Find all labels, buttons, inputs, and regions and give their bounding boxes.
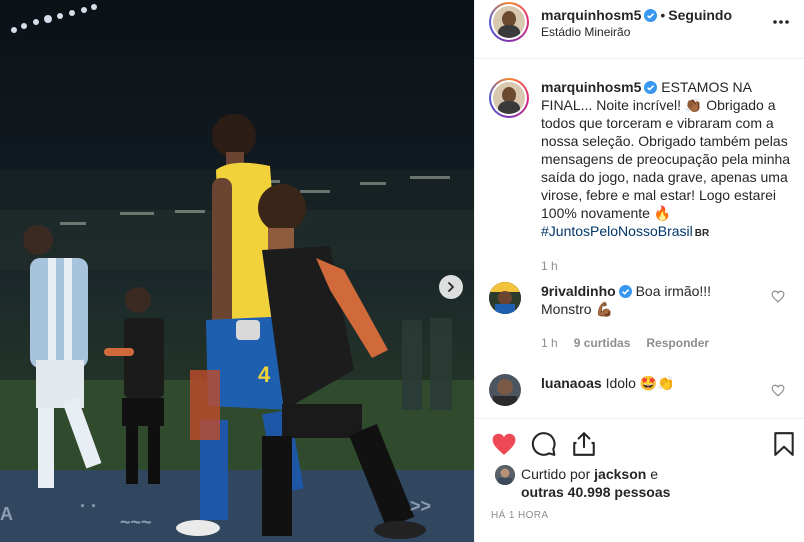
post-side-panel: marquinhosm5 • Seguindo Estádio Mineirão m… — [474, 0, 804, 542]
language-badge: BR — [694, 228, 710, 239]
caption-username[interactable]: marquinhosm5 — [541, 79, 641, 95]
comment-meta: 1 h 9 curtidas Responder — [541, 336, 709, 350]
caption-age[interactable]: 1 h — [541, 259, 558, 273]
comment-like-icon[interactable] — [771, 384, 785, 397]
likes-others[interactable]: outras 40.998 pessoas — [521, 484, 670, 500]
svg-text:A: A — [0, 504, 13, 524]
likes-prefix: Curtido por — [521, 466, 591, 482]
reply-button[interactable]: Responder — [646, 336, 709, 350]
verified-badge-icon — [644, 81, 658, 94]
share-icon[interactable] — [571, 431, 597, 457]
caption-body: ESTAMOS NA FINAL... Noite incrível! 👏🏾 O… — [541, 79, 791, 221]
caption-avatar[interactable] — [489, 78, 529, 118]
header-title-row: marquinhosm5 • Seguindo — [541, 7, 732, 23]
header-separator: • — [660, 7, 666, 23]
heart-filled-icon[interactable] — [491, 431, 517, 457]
location-link[interactable]: Estádio Mineirão — [541, 25, 630, 39]
caption-hashtag[interactable]: #JuntosPeloNossoBrasil — [541, 223, 693, 239]
comment-bubble-icon[interactable] — [531, 431, 557, 457]
likes-summary: Curtido por jackson e outras 40.998 pess… — [491, 465, 791, 501]
comment-text-block: 9rivaldinho Boa irmão!!! Monstro 💪🏾 — [541, 282, 761, 318]
comment-username[interactable]: luanaoas — [541, 375, 602, 391]
liker-avatar[interactable] — [495, 465, 515, 485]
svg-text:4: 4 — [258, 362, 271, 387]
post-photo[interactable]: 4 A · · ~~~ >> — [0, 0, 474, 542]
comment-username[interactable]: 9rivaldinho — [541, 283, 616, 299]
post-header: marquinhosm5 • Seguindo Estádio Mineirão — [475, 0, 804, 59]
next-photo-button[interactable] — [439, 275, 463, 299]
bookmark-icon[interactable] — [771, 431, 797, 457]
svg-text:>>: >> — [410, 496, 431, 516]
comment-avatar[interactable] — [489, 374, 521, 406]
stadium-scene: 4 A · · ~~~ >> — [0, 4, 474, 542]
caption-meta: 1 h — [541, 257, 797, 275]
likes-text: Curtido por jackson e outras 40.998 pess… — [521, 465, 670, 501]
likes-conj: e — [650, 466, 658, 482]
header-username[interactable]: marquinhosm5 — [541, 7, 641, 23]
following-button[interactable]: Seguindo — [668, 7, 732, 23]
caption-text-block: marquinhosm5 ESTAMOS NA FINAL... Noite i… — [541, 78, 797, 275]
comments-section[interactable]: marquinhosm5 ESTAMOS NA FINAL... Noite i… — [475, 60, 804, 418]
comment-likes-count[interactable]: 9 curtidas — [574, 336, 631, 350]
verified-badge-icon — [618, 285, 632, 298]
author-avatar[interactable] — [489, 2, 529, 42]
likes-user[interactable]: jackson — [594, 466, 646, 482]
more-options-icon[interactable] — [771, 14, 791, 30]
svg-text:~~~: ~~~ — [120, 512, 152, 532]
post-timestamp[interactable]: HÁ 1 HORA — [491, 510, 549, 521]
verified-badge-icon — [644, 9, 658, 22]
comment-text-block: luanaoas Idolo 🤩👏 — [541, 374, 761, 392]
svg-text:· ·: · · — [80, 496, 97, 516]
chevron-right-icon — [448, 282, 454, 292]
comment-like-icon[interactable] — [771, 290, 785, 303]
comment-body: Idolo 🤩👏 — [605, 375, 675, 391]
comment-age[interactable]: 1 h — [541, 336, 558, 350]
post-actions: Curtido por jackson e outras 40.998 pess… — [475, 418, 804, 542]
comment-avatar[interactable] — [489, 282, 521, 314]
